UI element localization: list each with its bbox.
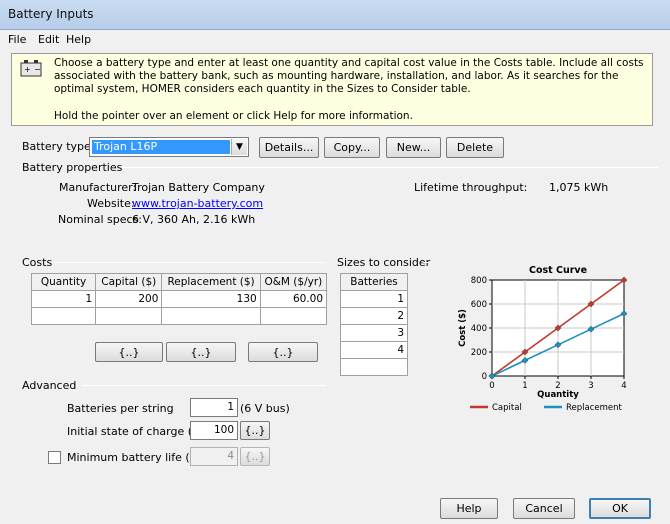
x-tick-label: 3: [588, 381, 593, 391]
costs-header-capital: Capital ($): [95, 273, 163, 291]
cost-om-cell[interactable]: 60.00: [259, 290, 328, 308]
battery-properties-title: Battery properties: [22, 161, 123, 174]
battery-type-label: Battery type: [22, 140, 91, 153]
svg-text:−: −: [34, 65, 41, 74]
svg-text:+: +: [24, 65, 31, 74]
divider: [82, 385, 326, 386]
menu-file[interactable]: File: [8, 33, 26, 46]
help-info-box: + − Choose a battery type and enter at l…: [11, 53, 653, 126]
costs-header-om: O&M ($/yr): [259, 273, 328, 291]
sizes-table[interactable]: Batteries 1 2 3 4: [340, 273, 408, 376]
battery-type-select[interactable]: Trojan L16P ▼: [89, 137, 249, 157]
empty-cell[interactable]: [30, 307, 97, 325]
sizes-header: Batteries: [340, 273, 408, 291]
ok-button[interactable]: OK: [589, 498, 651, 519]
cost-curve-chart: Cost Curve02004006008000 1 2 3 4QuantityCost…: [458, 265, 628, 413]
x-axis-label: Quantity: [537, 390, 579, 400]
website-label: Website:: [87, 197, 135, 210]
costs-table[interactable]: Quantity Capital ($) Replacement ($) O&M…: [30, 273, 328, 325]
help-text: Choose a battery type and enter at least…: [54, 57, 644, 95]
chevron-down-icon[interactable]: ▼: [231, 139, 247, 155]
menu-help[interactable]: Help: [66, 33, 91, 46]
minimum-life-input[interactable]: 4: [190, 447, 238, 466]
chart-title: Cost Curve: [529, 265, 587, 276]
costs-title: Costs: [22, 256, 53, 269]
empty-cell[interactable]: [161, 307, 261, 325]
cost-quantity-cell[interactable]: 1: [30, 290, 97, 308]
battery-type-value: Trojan L16P: [92, 140, 230, 154]
batteries-per-string-label: Batteries per string: [67, 402, 174, 415]
empty-cell[interactable]: [340, 358, 408, 376]
new-button[interactable]: New...: [386, 137, 441, 158]
size-cell[interactable]: 3: [340, 324, 408, 342]
y-tick-label: 800: [471, 276, 487, 286]
nominal-specs-label: Nominal specs:: [58, 213, 142, 226]
costs-header-quantity: Quantity: [30, 273, 97, 291]
initial-soc-label: Initial state of charge (%): [67, 425, 207, 438]
y-tick-label: 0: [482, 372, 487, 382]
details-button[interactable]: Details...: [259, 137, 319, 158]
minimum-life-label: Minimum battery life (yr): [67, 451, 205, 464]
divider: [122, 167, 658, 168]
copy-button[interactable]: Copy...: [324, 137, 380, 158]
minimum-life-edit-button[interactable]: {..}: [240, 447, 270, 466]
table-row-empty[interactable]: [340, 358, 408, 376]
om-edit-button[interactable]: {..}: [248, 342, 318, 362]
divider: [55, 262, 325, 263]
menu-edit[interactable]: Edit: [38, 33, 59, 46]
cancel-button[interactable]: Cancel: [513, 498, 575, 519]
table-row[interactable]: 4: [340, 341, 408, 359]
lifetime-throughput-value: 1,075 kWh: [549, 181, 609, 194]
table-row-empty[interactable]: [30, 307, 328, 325]
help-button[interactable]: Help: [440, 498, 498, 519]
delete-button[interactable]: Delete: [446, 137, 504, 158]
soc-edit-button[interactable]: {..}: [240, 421, 270, 440]
minimum-life-checkbox[interactable]: [48, 451, 61, 464]
empty-cell[interactable]: [95, 307, 163, 325]
lifetime-throughput-label: Lifetime throughput:: [414, 181, 528, 194]
cost-capital-cell[interactable]: 200: [95, 290, 163, 308]
empty-cell[interactable]: [259, 307, 328, 325]
x-tick-label: 0: [489, 381, 494, 391]
table-row[interactable]: 3: [340, 324, 408, 342]
manufacturer-label: Manufacturer:: [59, 181, 137, 194]
y-axis-label: Cost ($): [458, 309, 468, 347]
advanced-title: Advanced: [22, 379, 77, 392]
legend-label-capital: Capital: [492, 403, 522, 413]
initial-soc-input[interactable]: 100: [190, 421, 238, 440]
batteries-per-string-input[interactable]: 1: [190, 398, 238, 417]
table-row[interactable]: 1 200 130 60.00: [30, 290, 328, 308]
title-bar: Battery Inputs: [0, 0, 670, 30]
size-cell[interactable]: 2: [340, 307, 408, 325]
battery-icon: + −: [20, 60, 42, 77]
website-link[interactable]: www.trojan-battery.com: [132, 197, 263, 210]
y-tick-label: 600: [471, 300, 487, 310]
x-tick-label: 4: [621, 381, 626, 391]
nominal-specs-value: 6 V, 360 Ah, 2.16 kWh: [132, 213, 256, 226]
size-cell[interactable]: 1: [340, 290, 408, 308]
bus-voltage-label: (6 V bus): [240, 402, 290, 415]
x-tick-label: 1: [522, 381, 527, 391]
menu-bar: File Edit Help: [0, 30, 670, 50]
legend-label-replacement: Replacement: [566, 403, 623, 413]
table-row[interactable]: 2: [340, 307, 408, 325]
window-title: Battery Inputs: [8, 7, 94, 21]
table-row[interactable]: 1: [340, 290, 408, 308]
manufacturer-value: Trojan Battery Company: [132, 181, 265, 194]
help-hint: Hold the pointer over an element or clic…: [54, 110, 413, 122]
cost-replacement-cell[interactable]: 130: [161, 290, 261, 308]
capital-edit-button[interactable]: {..}: [95, 342, 163, 362]
size-cell[interactable]: 4: [340, 341, 408, 359]
replacement-edit-button[interactable]: {..}: [166, 342, 236, 362]
y-tick-label: 400: [471, 324, 487, 334]
costs-header-replacement: Replacement ($): [161, 273, 261, 291]
y-tick-label: 200: [471, 348, 487, 358]
